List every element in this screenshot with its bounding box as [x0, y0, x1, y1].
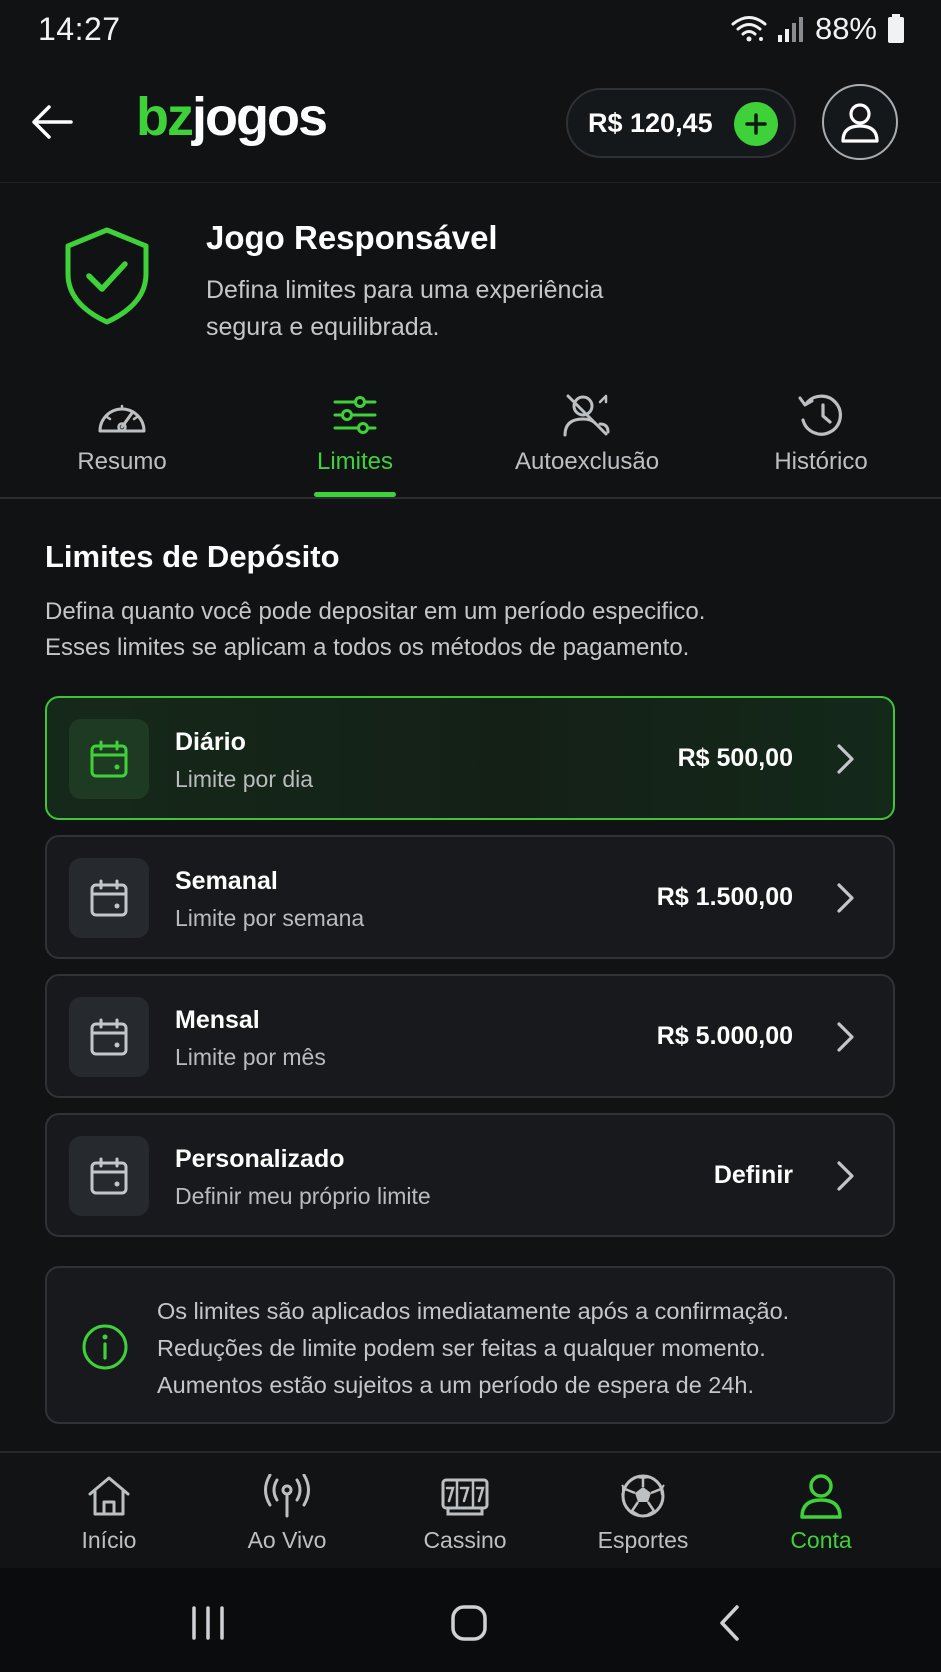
- limit-subtitle: Limite por dia: [175, 766, 314, 792]
- chevron-right-icon: [837, 883, 854, 913]
- active-tab-indicator: [314, 492, 396, 497]
- limit-name: Personalizado: [175, 1145, 345, 1173]
- broadcast-icon: [264, 1474, 310, 1518]
- recent-apps-icon: [192, 1606, 224, 1640]
- home-circle-icon: [451, 1605, 487, 1641]
- info-box: Os limites são aplicados imediatamente a…: [45, 1266, 895, 1424]
- limit-subtitle: Definir meu próprio limite: [175, 1183, 431, 1209]
- calendar-icon: [90, 1018, 128, 1056]
- tab-label: Autoexclusão: [514, 448, 660, 475]
- info-icon: [82, 1324, 128, 1370]
- signal-icon: [777, 17, 803, 42]
- nav-ao-vivo[interactable]: Ao Vivo: [217, 1471, 357, 1554]
- section-description-line: Esses limites se aplicam a todos os méto…: [45, 634, 690, 661]
- add-funds-button[interactable]: [734, 102, 778, 146]
- slot-machine-icon: [441, 1478, 489, 1516]
- limit-card-personalizado[interactable]: Personalizado Definir meu próprio limite…: [45, 1113, 895, 1237]
- limit-card-semanal[interactable]: Semanal Limite por semana R$ 1.500,00: [45, 835, 895, 959]
- balance-amount: R$ 120,45: [588, 107, 713, 138]
- chevron-right-icon: [837, 1022, 854, 1052]
- home-button[interactable]: [439, 1600, 499, 1646]
- calendar-icon: [90, 879, 128, 917]
- chevron-right-icon: [837, 1161, 854, 1191]
- limit-value: R$ 1.500,00: [656, 883, 793, 911]
- nav-label: Ao Vivo: [247, 1527, 327, 1553]
- limit-subtitle: Limite por semana: [175, 905, 365, 931]
- status-icons: 88%: [731, 11, 905, 47]
- status-time: 14:27: [38, 10, 121, 47]
- home-icon: [88, 1476, 130, 1516]
- tab-resumo[interactable]: Resumo: [60, 390, 184, 498]
- nav-label: Cassino: [423, 1527, 507, 1553]
- tab-limites[interactable]: Limites: [296, 390, 414, 498]
- brand-logo[interactable]: bzjogos: [136, 86, 328, 148]
- limit-icon-box: [69, 719, 149, 799]
- limit-name: Semanal: [175, 867, 278, 895]
- tab-bar: Resumo Limites Autoexclusão Histórico: [0, 390, 941, 498]
- gauge-icon: [98, 404, 146, 433]
- battery-icon: [888, 14, 904, 43]
- limit-name: Mensal: [175, 1006, 260, 1034]
- nav-esportes[interactable]: Esportes: [573, 1471, 713, 1554]
- limit-value: Definir: [713, 1161, 793, 1189]
- back-button[interactable]: [28, 98, 76, 146]
- tab-historico[interactable]: Histórico: [766, 390, 876, 498]
- nav-cassino[interactable]: Cassino: [395, 1471, 535, 1554]
- limit-subtitle: Limite por mês: [175, 1044, 326, 1070]
- page-subtitle: Defina limites para uma experiência segu…: [206, 276, 604, 341]
- system-nav-bar: [0, 1568, 941, 1672]
- history-icon: [798, 394, 842, 436]
- wifi-icon: [731, 16, 767, 42]
- logo-part-jogos: jogos: [192, 87, 328, 147]
- info-line: Os limites são aplicados imediatamente a…: [157, 1298, 790, 1324]
- nav-label: Conta: [790, 1527, 852, 1553]
- limit-icon-box: [69, 997, 149, 1077]
- recent-apps-button[interactable]: [178, 1600, 238, 1646]
- section-title: Limites de Depósito: [45, 539, 340, 574]
- calendar-icon: [90, 740, 128, 778]
- chevron-right-icon: [837, 744, 854, 774]
- calendar-icon: [90, 1157, 128, 1195]
- nav-label: Início: [81, 1527, 137, 1553]
- profile-button[interactable]: [822, 84, 898, 160]
- nav-inicio[interactable]: Início: [39, 1471, 179, 1554]
- soccer-ball-icon: [621, 1474, 665, 1518]
- status-bar: 14:27 88%: [0, 0, 941, 58]
- battery-percent: 88%: [814, 11, 877, 46]
- section-description-line: Defina quanto você pode depositar em um …: [45, 598, 706, 625]
- user-icon: [800, 1474, 842, 1519]
- limit-value: R$ 500,00: [677, 744, 793, 772]
- sliders-icon: [333, 396, 377, 434]
- limit-card-diario[interactable]: Diário Limite por dia R$ 500,00: [45, 696, 895, 820]
- bottom-nav: Início Ao Vivo Cassino Esportes Conta: [0, 1453, 941, 1568]
- chevron-left-icon: [720, 1605, 739, 1641]
- logo-part-bz: bz: [136, 87, 194, 147]
- plus-icon: [745, 113, 767, 135]
- header-divider: [0, 182, 941, 183]
- section-description: Defina quanto você pode depositar em um …: [45, 594, 905, 666]
- system-back-button[interactable]: [700, 1600, 760, 1646]
- arrow-left-icon: [32, 105, 73, 139]
- nav-conta[interactable]: Conta: [751, 1471, 891, 1554]
- shield-check-icon: [65, 227, 149, 325]
- tab-autoexclusao[interactable]: Autoexclusão: [512, 390, 662, 498]
- user-icon: [841, 103, 879, 143]
- tab-label: Limites: [316, 448, 394, 475]
- info-line: Reduções de limite podem ser feitas a qu…: [157, 1335, 766, 1361]
- limit-card-mensal[interactable]: Mensal Limite por mês R$ 5.000,00: [45, 974, 895, 1098]
- tab-label: Resumo: [77, 448, 167, 475]
- user-block-icon: [563, 394, 610, 437]
- app-header: bzjogos R$ 120,45: [0, 76, 941, 176]
- nav-label: Esportes: [597, 1527, 689, 1553]
- limit-icon-box: [69, 1136, 149, 1216]
- info-text: Os limites são aplicados imediatamente a…: [157, 1293, 877, 1404]
- limit-icon-box: [69, 858, 149, 938]
- balance-pill[interactable]: R$ 120,45: [566, 88, 796, 158]
- tab-label: Histórico: [774, 448, 868, 475]
- page-title: Jogo Responsável: [206, 219, 498, 256]
- tabs-divider: [0, 497, 941, 499]
- limit-name: Diário: [175, 728, 246, 756]
- limit-value: R$ 5.000,00: [656, 1022, 793, 1050]
- info-line: Aumentos estão sujeitos a um período de …: [157, 1372, 755, 1398]
